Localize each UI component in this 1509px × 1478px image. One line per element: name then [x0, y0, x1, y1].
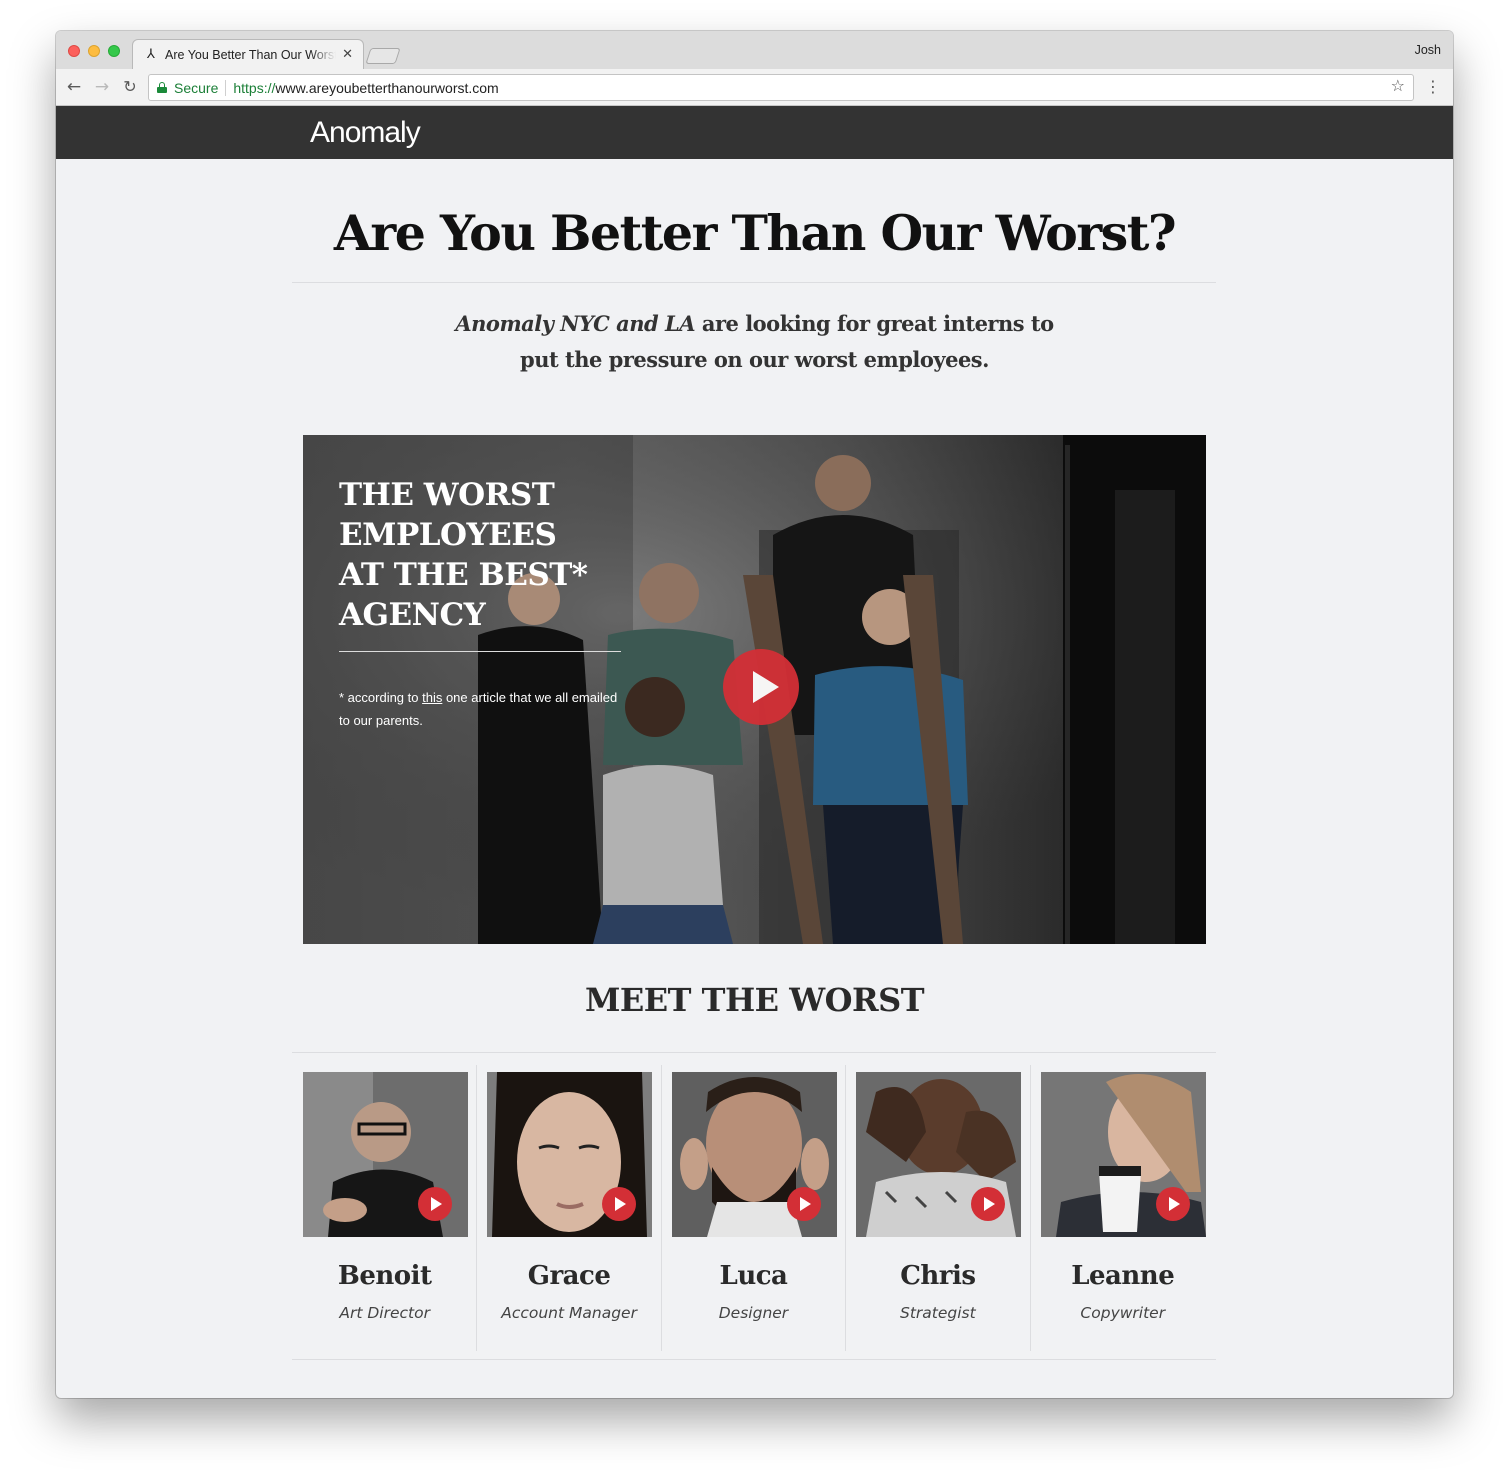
zoom-window-button[interactable]: [108, 45, 120, 57]
more-menu-icon[interactable]: ⋮: [1425, 77, 1441, 97]
intro-text: Anomaly NYC and LA are looking for great…: [56, 306, 1453, 378]
video-heading-line: AT THE BEST*: [339, 557, 588, 593]
member-name: Leanne: [1071, 1261, 1175, 1291]
member-photo[interactable]: [671, 1072, 837, 1237]
member-photo[interactable]: [1040, 1072, 1206, 1237]
member-photo[interactable]: [303, 1072, 468, 1237]
site-header: Anomaly: [56, 106, 1453, 159]
minimize-window-button[interactable]: [88, 45, 100, 57]
close-window-button[interactable]: [68, 45, 80, 57]
team-member-card[interactable]: Benoit Art Director: [293, 1065, 478, 1351]
member-role: Copywriter: [1080, 1304, 1166, 1322]
browser-window: ⅄ Are You Better Than Our Worst? ✕ Josh …: [56, 31, 1453, 1398]
footnote-prefix: * according to: [339, 690, 423, 705]
team-grid: Benoit Art Director Grace Account Manage…: [293, 1065, 1215, 1351]
team-member-card[interactable]: Grace Account Manager: [477, 1065, 662, 1351]
anomaly-logo[interactable]: Anomaly: [310, 116, 421, 150]
video-heading-line: EMPLOYEES: [339, 517, 557, 553]
play-icon[interactable]: [786, 1187, 821, 1221]
tab-title: Are You Better Than Our Worst?: [165, 47, 337, 62]
browser-tab[interactable]: ⅄ Are You Better Than Our Worst? ✕: [132, 39, 364, 69]
divider: [292, 282, 1216, 283]
team-member-card[interactable]: Chris Strategist: [846, 1065, 1031, 1351]
video-heading: THE WORST EMPLOYEES AT THE BEST* AGENCY: [339, 475, 621, 652]
divider: [292, 1359, 1216, 1360]
browser-toolbar: ← → ↻ Secure https:// www.areyoubetterth…: [56, 69, 1453, 106]
video-heading-line: THE WORST: [339, 477, 555, 513]
close-tab-icon[interactable]: ✕: [342, 47, 353, 62]
section-title: MEET THE WORST: [584, 981, 925, 1019]
divider: [292, 1052, 1216, 1053]
member-photo[interactable]: [856, 1072, 1022, 1237]
team-member-card[interactable]: Leanne Copywriter: [1031, 1065, 1215, 1351]
member-role: Strategist: [900, 1304, 976, 1322]
video-heading-line: AGENCY: [339, 597, 486, 633]
anomaly-favicon-icon: ⅄: [147, 47, 155, 62]
page-title: Are You Better Than Our Worst?: [333, 204, 1177, 262]
intro-line-1: are looking for great interns to: [695, 311, 1054, 336]
new-tab-button[interactable]: [365, 48, 401, 64]
member-role: Designer: [718, 1304, 789, 1322]
video-footnote: * according to this one article that we …: [339, 686, 621, 732]
forward-arrow-icon[interactable]: →: [91, 76, 113, 98]
member-role: Art Director: [339, 1304, 430, 1322]
member-name: Luca: [719, 1261, 788, 1291]
profile-name[interactable]: Josh: [1415, 43, 1441, 57]
member-name: Grace: [527, 1261, 611, 1291]
url-host: www.areyoubetterthanourworst.com: [275, 79, 499, 96]
video-overlay: THE WORST EMPLOYEES AT THE BEST* AGENCY …: [339, 475, 621, 732]
divider: [225, 79, 227, 96]
member-name: Chris: [900, 1261, 976, 1291]
team-member-card[interactable]: Luca Designer: [662, 1065, 847, 1351]
bookmark-star-icon[interactable]: ☆: [1391, 76, 1405, 95]
play-icon[interactable]: [418, 1187, 452, 1221]
play-icon[interactable]: [971, 1187, 1006, 1221]
lock-icon: [157, 82, 167, 93]
intro-agency-name: Anomaly NYC and LA: [455, 311, 696, 336]
member-role: Account Manager: [501, 1304, 637, 1322]
reload-icon[interactable]: ↻: [119, 76, 141, 98]
tab-strip: ⅄ Are You Better Than Our Worst? ✕ Josh: [56, 31, 1453, 69]
article-link[interactable]: this: [422, 690, 442, 705]
member-photo[interactable]: [487, 1072, 653, 1237]
intro-line-2: put the pressure on our worst employees.: [520, 347, 989, 372]
secure-label: Secure: [174, 79, 219, 96]
play-video-button[interactable]: [723, 649, 799, 725]
member-name: Benoit: [337, 1261, 432, 1291]
address-bar[interactable]: Secure https:// www.areyoubetterthanourw…: [148, 74, 1414, 101]
back-arrow-icon[interactable]: ←: [63, 76, 85, 98]
team-video[interactable]: THE WORST EMPLOYEES AT THE BEST* AGENCY …: [303, 435, 1206, 944]
play-icon[interactable]: [1155, 1187, 1190, 1221]
url-scheme: https://: [233, 79, 276, 96]
